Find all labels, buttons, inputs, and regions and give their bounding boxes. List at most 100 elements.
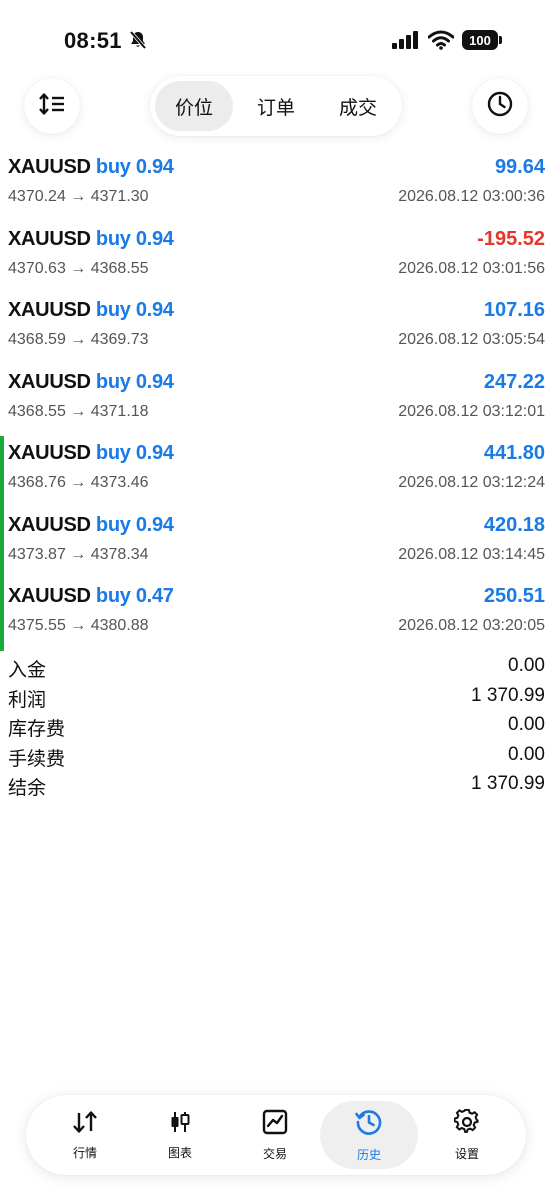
deal-row[interactable]: XAUUSD buy 0.94 99.64 4370.24 → 4371.30 202… [0, 150, 553, 222]
deal-prices: 4368.55 → 4371.18 [8, 402, 149, 420]
deal-marker [0, 579, 4, 651]
deal-volume: 0.47 [135, 585, 174, 607]
battery-level: 100 [462, 30, 498, 50]
deal-row[interactable]: XAUUSD buy 0.94 441.80 4368.76 → 4373.46 20… [0, 436, 553, 508]
deal-time: 2026.08.12 03:12:01 [398, 402, 545, 420]
deal-row[interactable]: XAUUSD buy 0.94 247.22 4368.55 → 4371.18 20… [0, 365, 553, 437]
deal-side: buy [95, 370, 131, 393]
summary-label: 库存费 [8, 719, 66, 740]
deal-time: 2026.08.12 03:01:56 [398, 259, 545, 277]
deal-side: buy [95, 442, 131, 464]
history-clock-icon [355, 1108, 383, 1141]
tab-positions[interactable]: 价位 [155, 81, 233, 131]
deal-title: XAUUSD buy 0.94 [8, 514, 174, 537]
nav-charts-label: 图表 [167, 1145, 192, 1160]
deal-title: XAUUSD buy 0.94 [8, 228, 174, 251]
bell-muted-icon [128, 30, 148, 55]
battery-icon: 100 [462, 30, 502, 50]
deal-title: XAUUSD buy 0.94 [8, 156, 174, 179]
gear-icon [453, 1108, 480, 1140]
history-screen: 08:51 100 价位 订单 成交 XAUUSD buy 0.94 99.64… [0, 0, 553, 1200]
deal-prices: 4370.63 → 4368.55 [8, 259, 149, 277]
deal-symbol: XAUUSD [8, 156, 91, 178]
deal-title: XAUUSD buy 0.94 [8, 442, 174, 465]
summary-row: 入金 0.00 [0, 653, 553, 683]
deal-side: buy [95, 227, 131, 250]
summary-value: 1 370.99 [471, 684, 545, 706]
deal-profit: 107.16 [483, 299, 545, 321]
bottom-nav: 行情 图表 交易 历史 设置 [26, 1095, 526, 1175]
deal-row[interactable]: XAUUSD buy 0.94 420.18 4373.87 → 4378.34 20… [0, 507, 553, 579]
deal-row[interactable]: XAUUSD buy 0.47 250.51 4375.55 → 4380.88 20… [0, 579, 553, 651]
status-bar: 08:51 100 [0, 0, 553, 80]
nav-quotes[interactable]: 行情 [36, 1101, 134, 1169]
trade-chart-icon [262, 1109, 288, 1140]
deal-symbol: XAUUSD [8, 442, 91, 464]
summary-row: 利润 1 370.99 [0, 683, 553, 713]
deal-prices: 4368.76 → 4373.46 [8, 474, 149, 491]
deal-title: XAUUSD buy 0.94 [8, 299, 174, 322]
deal-time: 2026.08.12 03:20:05 [398, 617, 545, 634]
summary-value: 1 370.99 [471, 773, 545, 794]
deal-title: XAUUSD buy 0.94 [8, 371, 174, 394]
deal-prices: 4370.24 → 4371.30 [8, 188, 149, 205]
deal-symbol: XAUUSD [8, 299, 91, 321]
deal-title: XAUUSD buy 0.47 [8, 585, 174, 608]
summary-label: 入金 [8, 660, 47, 681]
deal-symbol: XAUUSD [8, 513, 91, 536]
nav-settings[interactable]: 设置 [418, 1101, 516, 1169]
wifi-icon [427, 30, 455, 55]
deal-side: buy [95, 585, 131, 607]
deal-volume: 0.94 [135, 299, 174, 321]
deal-row[interactable]: XAUUSD buy 0.94 107.16 4368.59 → 4369.73 20… [0, 293, 553, 365]
summary-block: 入金 0.00 利润 1 370.99 库存费 0.00 手续费 0.00 结余 1 370.99 [0, 653, 553, 801]
tab-switcher: 价位 订单 成交 [150, 76, 402, 136]
deal-side: buy [95, 299, 131, 321]
summary-row: 库存费 0.00 [0, 712, 553, 742]
tab-orders[interactable]: 订单 [237, 81, 315, 131]
deal-prices: 4373.87 → 4378.34 [8, 545, 149, 563]
tab-deals[interactable]: 成交 [319, 81, 397, 131]
deal-row[interactable]: XAUUSD buy 0.94 -195.52 4370.63 → 4368.55 2… [0, 222, 553, 294]
sort-button[interactable] [24, 78, 80, 134]
deal-side: buy [95, 156, 131, 178]
deal-volume: 0.94 [135, 513, 174, 536]
deal-symbol: XAUUSD [8, 585, 91, 607]
deal-profit: 250.51 [483, 585, 545, 607]
deal-marker [0, 507, 4, 579]
deal-profit: 99.64 [494, 156, 545, 178]
deal-marker [0, 436, 4, 508]
deal-volume: 0.94 [135, 227, 174, 250]
deal-time: 2026.08.12 03:14:45 [398, 545, 545, 563]
sort-icon [39, 92, 65, 120]
cellular-signal-icon [392, 31, 420, 54]
nav-charts[interactable]: 图表 [131, 1101, 229, 1169]
summary-row: 结余 1 370.99 [0, 771, 553, 801]
deal-profit: 247.22 [483, 370, 545, 393]
deal-profit: 420.18 [483, 513, 545, 536]
nav-quotes-label: 行情 [72, 1145, 97, 1160]
nav-settings-label: 设置 [454, 1146, 479, 1161]
deal-profit: 441.80 [483, 442, 545, 464]
deal-volume: 0.94 [135, 370, 174, 393]
deal-volume: 0.94 [135, 442, 174, 464]
candlestick-icon [168, 1110, 192, 1139]
nav-history-label: 历史 [356, 1147, 381, 1162]
period-button[interactable] [472, 78, 528, 134]
deal-prices: 4375.55 → 4380.88 [8, 617, 149, 634]
deal-profit: -195.52 [477, 227, 545, 250]
clock-icon [486, 90, 514, 123]
deal-side: buy [95, 513, 131, 536]
summary-value: 0.00 [508, 714, 545, 735]
nav-history[interactable]: 历史 [320, 1101, 418, 1169]
deal-time: 2026.08.12 03:12:24 [398, 474, 545, 491]
summary-value: 0.00 [508, 655, 545, 676]
nav-trade[interactable]: 交易 [226, 1101, 324, 1169]
deal-symbol: XAUUSD [8, 370, 91, 393]
status-time: 08:51 [64, 28, 122, 53]
deals-list: XAUUSD buy 0.94 99.64 4370.24 → 4371.30 202… [0, 150, 553, 651]
summary-label: 手续费 [8, 748, 66, 770]
nav-trade-label: 交易 [262, 1146, 287, 1161]
deal-time: 2026.08.12 03:00:36 [398, 188, 545, 205]
summary-row: 手续费 0.00 [0, 742, 553, 772]
